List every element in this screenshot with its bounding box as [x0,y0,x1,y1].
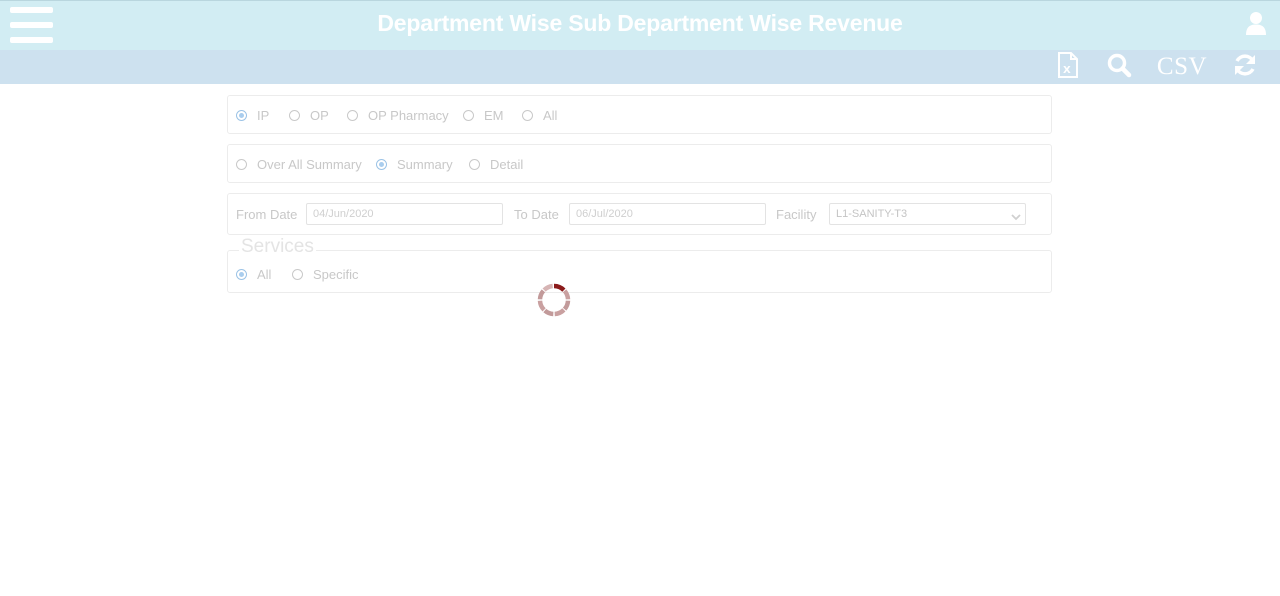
to-date-label: To Date [514,207,559,222]
radio-over-all-summary[interactable]: Over All Summary [236,157,376,172]
radio-button[interactable] [289,110,300,121]
chevron-down-icon [1011,209,1021,221]
services-options: All Specific [236,267,359,282]
visit-type-options: IP OP OP Pharmacy EM All [236,108,557,123]
radio-services-all[interactable]: All [236,267,292,282]
refresh-icon [1232,52,1258,83]
search-icon [1106,52,1132,83]
search-button[interactable] [1105,50,1133,84]
radio-summary[interactable]: Summary [376,157,469,172]
csv-export-button[interactable]: CSV [1155,50,1209,84]
radio-button[interactable] [236,159,247,170]
facility-select[interactable]: L1-SANITY-T3 [829,203,1026,225]
report-type-options: Over All Summary Summary Detail [236,157,523,172]
radio-button[interactable] [236,110,247,121]
radio-button[interactable] [463,110,474,121]
services-legend: Services [239,236,316,258]
radio-button[interactable] [376,159,387,170]
radio-button[interactable] [347,110,358,121]
radio-op-pharmacy[interactable]: OP Pharmacy [347,108,463,123]
refresh-button[interactable] [1231,50,1259,84]
radio-detail[interactable]: Detail [469,157,523,172]
user-icon[interactable] [1245,11,1267,35]
radio-button[interactable] [236,269,247,280]
excel-export-button[interactable]: X [1055,50,1081,84]
radio-all-visits[interactable]: All [522,108,557,123]
facility-selected-value: L1-SANITY-T3 [836,208,908,220]
app-header: Department Wise Sub Department Wise Reve… [0,0,1280,50]
from-date-input[interactable]: 04/Jun/2020 [306,203,503,225]
radio-button[interactable] [469,159,480,170]
radio-button[interactable] [522,110,533,121]
from-date-label: From Date [236,207,298,222]
loading-spinner-icon [537,283,571,317]
radio-ip[interactable]: IP [236,108,289,123]
radio-services-specific[interactable]: Specific [292,267,359,282]
svg-text:X: X [1063,65,1071,76]
to-date-input[interactable]: 06/Jul/2020 [569,203,766,225]
radio-op[interactable]: OP [289,108,347,123]
radio-button[interactable] [292,269,303,280]
excel-file-icon: X [1056,51,1080,84]
facility-label: Facility [776,207,817,222]
radio-em[interactable]: EM [463,108,522,123]
page-title: Department Wise Sub Department Wise Reve… [377,10,903,36]
toolbar: X CSV [0,50,1280,84]
